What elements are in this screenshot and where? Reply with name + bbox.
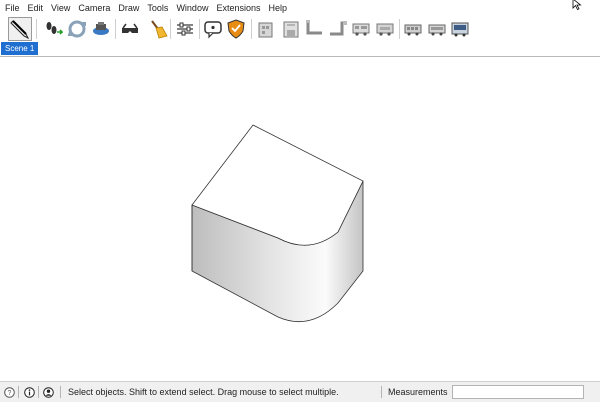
position-camera-icon[interactable] bbox=[89, 17, 113, 41]
user-account-icon[interactable] bbox=[43, 387, 54, 398]
menu-tools[interactable]: Tools bbox=[143, 0, 172, 16]
toolbar bbox=[0, 16, 600, 42]
toolbar-separator bbox=[399, 19, 400, 39]
svg-text:?: ? bbox=[8, 390, 12, 397]
menu-extensions[interactable]: Extensions bbox=[212, 0, 264, 16]
settings-sliders-icon[interactable] bbox=[173, 17, 197, 41]
scene-tabs: Scene 1 bbox=[0, 42, 600, 56]
orbit-tool-icon[interactable] bbox=[65, 17, 89, 41]
measurements-label: Measurements bbox=[388, 387, 448, 397]
status-hint-text: Select objects. Shift to extend select. … bbox=[68, 387, 339, 397]
toolbar-separator bbox=[36, 19, 37, 39]
status-divider bbox=[381, 386, 382, 398]
menu-draw[interactable]: Draw bbox=[114, 0, 143, 16]
building-b-icon[interactable] bbox=[279, 17, 303, 41]
broom-icon[interactable] bbox=[146, 17, 170, 41]
truck-b-icon[interactable] bbox=[373, 17, 397, 41]
menu-help[interactable]: Help bbox=[264, 0, 291, 16]
menu-file[interactable]: File bbox=[0, 0, 24, 16]
info-icon[interactable] bbox=[24, 387, 35, 398]
truck-a-icon[interactable] bbox=[349, 17, 373, 41]
toolbar-separator bbox=[170, 19, 171, 39]
model-viewport[interactable] bbox=[0, 56, 600, 380]
status-bar: ? Select objects. Shift to extend select… bbox=[0, 381, 600, 402]
walk-tool-icon[interactable] bbox=[41, 17, 65, 41]
mouse-cursor-icon bbox=[572, 0, 582, 10]
bus-c-icon[interactable] bbox=[448, 17, 472, 41]
pipe-a-icon[interactable] bbox=[303, 17, 327, 41]
status-divider bbox=[18, 386, 19, 398]
tab-scene-1[interactable]: Scene 1 bbox=[1, 42, 39, 55]
measurements-input[interactable] bbox=[452, 385, 584, 399]
model-canvas[interactable] bbox=[0, 57, 600, 380]
menu-edit[interactable]: Edit bbox=[24, 0, 48, 16]
menu-view[interactable]: View bbox=[47, 0, 74, 16]
status-divider bbox=[60, 386, 61, 398]
shield-icon[interactable] bbox=[224, 17, 248, 41]
toolbar-separator bbox=[115, 19, 116, 39]
bus-a-icon[interactable] bbox=[401, 17, 425, 41]
building-a-icon[interactable] bbox=[254, 17, 278, 41]
toolbar-separator bbox=[199, 19, 200, 39]
pipe-b-icon[interactable] bbox=[326, 17, 350, 41]
help-icon[interactable]: ? bbox=[4, 387, 15, 398]
glasses-icon[interactable] bbox=[118, 17, 142, 41]
menu-bar: File Edit View Camera Draw Tools Window Extensi… bbox=[0, 0, 600, 16]
speech-bubble-icon[interactable] bbox=[201, 17, 225, 41]
menu-window[interactable]: Window bbox=[172, 0, 212, 16]
menu-camera[interactable]: Camera bbox=[74, 0, 114, 16]
status-divider bbox=[38, 386, 39, 398]
bus-b-icon[interactable] bbox=[425, 17, 449, 41]
select-tool-icon[interactable] bbox=[8, 17, 32, 41]
toolbar-separator bbox=[251, 19, 252, 39]
